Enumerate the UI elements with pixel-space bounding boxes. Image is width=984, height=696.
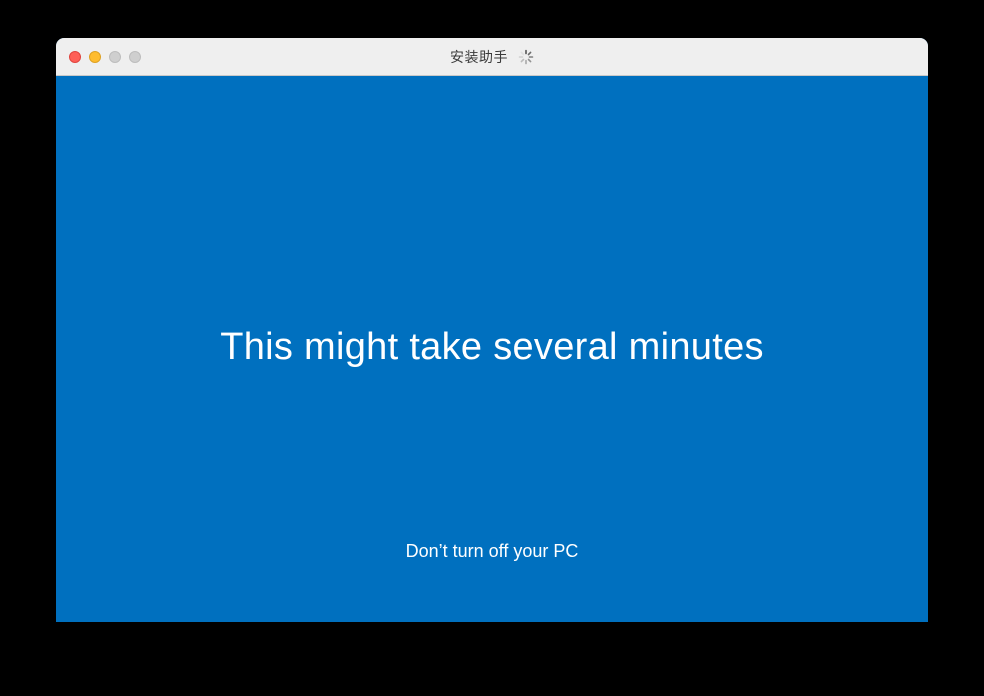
power-warning-text: Don’t turn off your PC <box>405 541 579 561</box>
title-bar[interactable]: 安装助手 <box>56 38 928 76</box>
loading-spinner-icon <box>518 49 534 65</box>
progress-headline: This might take several minutes <box>220 326 764 368</box>
setup-progress-screen: This might take several minutes Don’t tu… <box>56 76 928 622</box>
window-title: 安装助手 <box>450 50 508 66</box>
title-group: 安装助手 <box>56 38 928 76</box>
installer-window: 安装助手 This might take several minutes Don… <box>56 38 928 622</box>
